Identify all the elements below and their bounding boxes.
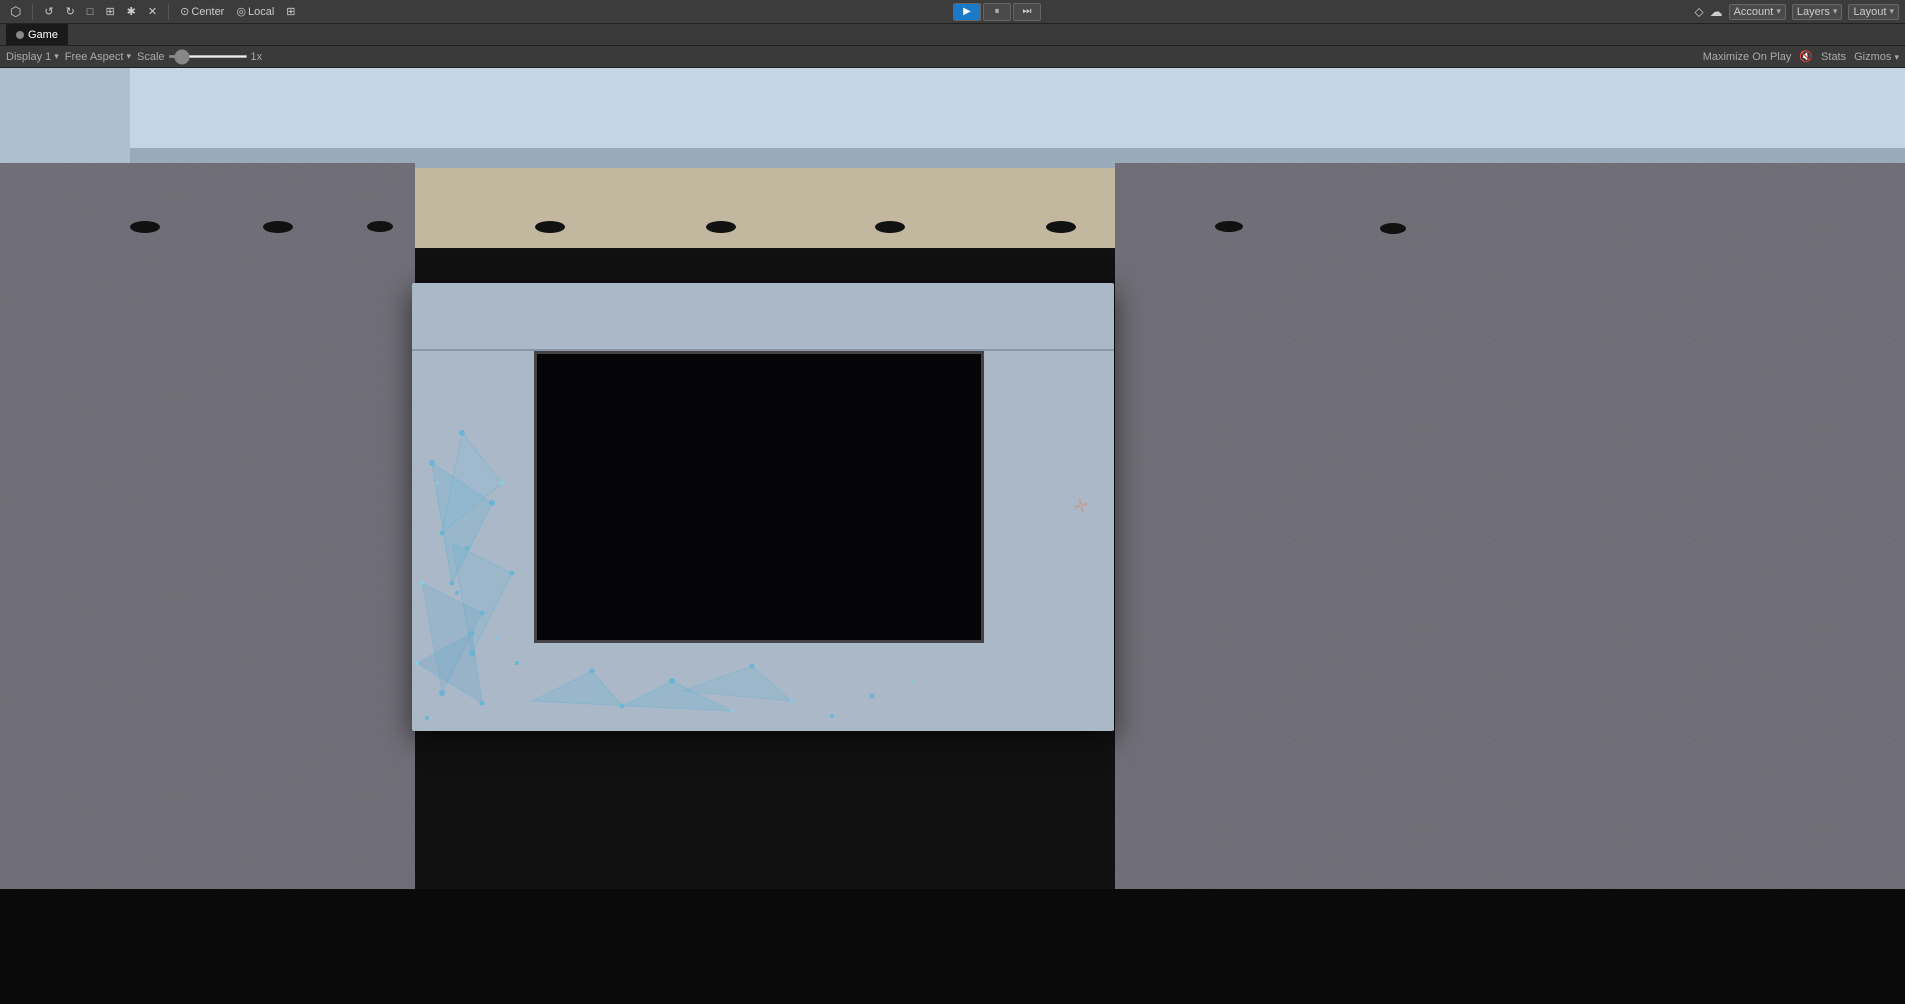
main-toolbar: ⬡ ↺ ↻ □ ⊞ ✱ ✕ ⊙ Center ◎ Local ⊞ ▶ ⏸ ⏭ ⬦…	[0, 0, 1905, 24]
floor-bottom	[0, 889, 1905, 1004]
stats-button[interactable]: Stats	[1821, 51, 1846, 63]
aspect-label: Free Aspect	[65, 51, 124, 63]
light-9	[1380, 223, 1406, 234]
game-toolbar: Display 1 ▾ Free Aspect ▾ Scale 1x Maxim…	[0, 46, 1905, 68]
gizmos-label: Gizmos	[1854, 51, 1891, 63]
center-label: Center	[191, 6, 224, 18]
game-toolbar-right: Maximize On Play 🔇 Stats Gizmos ▾	[1703, 50, 1899, 63]
stats-label: Stats	[1821, 51, 1846, 63]
gizmos-button[interactable]: Gizmos ▾	[1854, 51, 1899, 63]
left-wall	[0, 163, 415, 889]
aspect-chevron: ▾	[126, 51, 131, 62]
local-icon: ◎	[236, 5, 246, 18]
rect-tool-button[interactable]: □	[83, 2, 98, 22]
light-6	[875, 221, 905, 233]
game-tab[interactable]: Game	[6, 24, 68, 45]
play-button[interactable]: ▶	[953, 3, 981, 21]
monitor-screen	[534, 351, 984, 643]
left-wall-noise	[0, 163, 415, 889]
light-5	[706, 221, 736, 233]
light-3	[367, 221, 393, 232]
display-chevron: ▾	[54, 51, 59, 62]
display-label: Display 1	[6, 51, 51, 63]
right-wall-noise	[1115, 163, 1905, 889]
scale-text: Scale	[137, 51, 165, 63]
game-tab-label: Game	[28, 29, 58, 41]
maximize-label: Maximize On Play	[1703, 51, 1792, 63]
light-8	[1215, 221, 1243, 232]
layers-label: Layers	[1797, 6, 1830, 18]
toolbar-divider-2	[168, 4, 169, 20]
layout-label: Layout	[1853, 6, 1886, 18]
local-label: Local	[248, 6, 274, 18]
monitor-top-bezel	[412, 283, 1114, 351]
toolbar-divider-1	[32, 4, 33, 20]
aspect-selector[interactable]: Free Aspect ▾	[65, 51, 131, 63]
account-chevron: ▾	[1776, 6, 1781, 17]
layers-chevron: ▾	[1833, 6, 1838, 17]
light-7	[1046, 221, 1076, 233]
scale-value: 1x	[251, 51, 263, 63]
undo-button[interactable]: ↺	[40, 2, 57, 22]
account-label: Account	[1734, 6, 1774, 18]
cloud-icon: ☁	[1710, 4, 1723, 20]
light-2	[263, 221, 293, 233]
redo-button[interactable]: ↻	[62, 2, 79, 22]
settings-button[interactable]: ✱	[123, 2, 140, 22]
toolbar-right: ⬦ ☁ Account ▾ Layers ▾ Layout ▾	[1694, 4, 1899, 20]
maximize-button[interactable]: Maximize On Play	[1703, 51, 1792, 63]
unity-logo-button[interactable]: ⬡	[6, 2, 25, 22]
game-viewport[interactable]: ✛	[0, 68, 1905, 1004]
right-wall	[1115, 163, 1905, 889]
snap-button[interactable]: ⊞	[282, 2, 299, 22]
scale-control: Scale 1x	[137, 51, 262, 63]
gizmos-chevron: ▾	[1894, 52, 1899, 62]
grid-button[interactable]: ⊞	[101, 2, 118, 22]
tab-bar: Game	[0, 24, 1905, 46]
display-selector[interactable]: Display 1 ▾	[6, 51, 59, 63]
play-controls: ▶ ⏸ ⏭	[953, 3, 1041, 21]
unity-icon: ⬡	[10, 4, 21, 20]
center-button[interactable]: ⊙ Center	[176, 2, 228, 22]
layers-dropdown[interactable]: Layers ▾	[1792, 4, 1843, 20]
close-tool-button[interactable]: ✕	[144, 2, 161, 22]
center-icon: ⊙	[180, 5, 189, 18]
local-button[interactable]: ◎ Local	[232, 2, 278, 22]
light-1	[130, 221, 160, 233]
pause-button[interactable]: ⏸	[983, 3, 1011, 21]
light-4	[535, 221, 565, 233]
mute-button[interactable]: 🔇	[1799, 50, 1813, 63]
monitor-frame	[412, 283, 1114, 731]
tab-dot	[16, 31, 24, 39]
collab-icon: ⬦	[1694, 4, 1703, 20]
deco-bottom-strip	[532, 651, 1112, 731]
layout-dropdown[interactable]: Layout ▾	[1848, 4, 1899, 20]
account-dropdown[interactable]: Account ▾	[1729, 4, 1786, 20]
scale-slider[interactable]	[168, 55, 248, 58]
mute-icon: 🔇	[1799, 51, 1813, 63]
ceiling-main	[130, 68, 1905, 148]
step-button[interactable]: ⏭	[1013, 3, 1041, 21]
layout-chevron: ▾	[1889, 6, 1894, 17]
